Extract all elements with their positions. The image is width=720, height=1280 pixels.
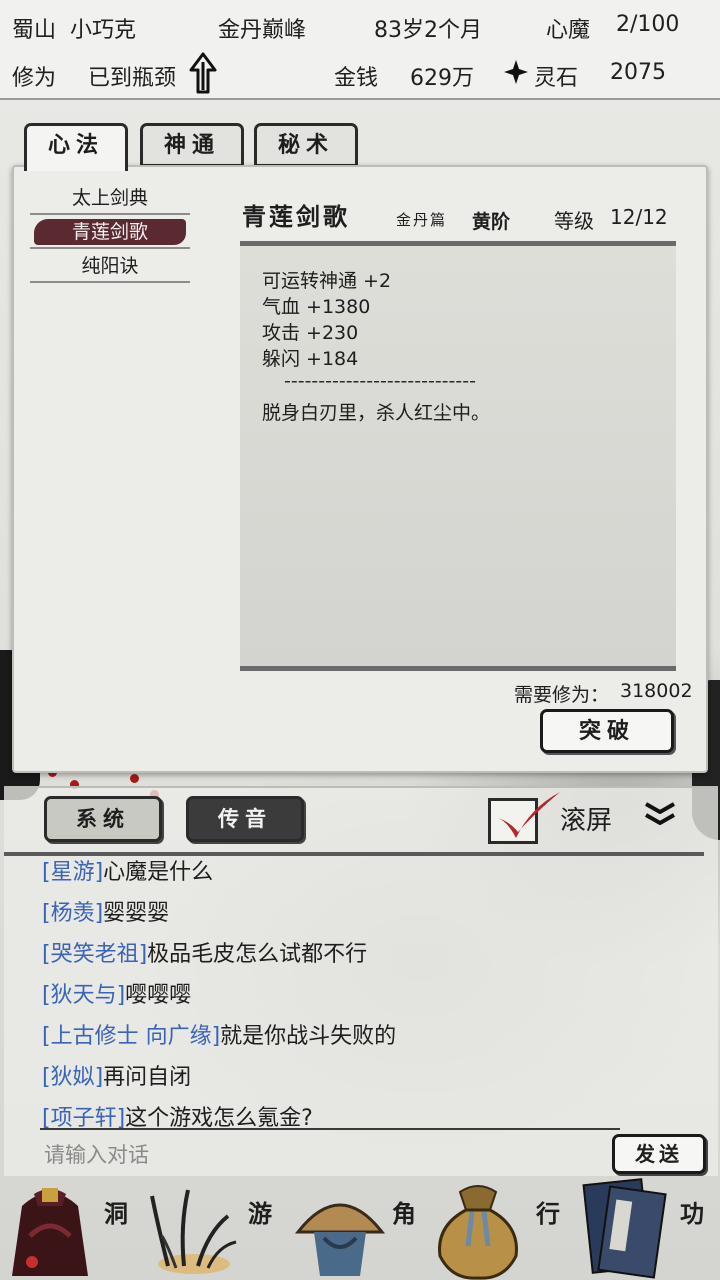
nav-label: 洞 (104, 1199, 128, 1228)
nav-item-pack[interactable]: 行 (432, 1176, 576, 1280)
arrow-up-icon[interactable] (188, 52, 218, 94)
money-value: 629万 (410, 66, 474, 91)
chat-message: [狄天与]嘤嘤嘤 (42, 975, 702, 1016)
auto-scroll-label: 滚屏 (560, 806, 613, 836)
chat-panel: 系统 传音 滚屏 [星游]心魔是什么 [杨羡]婴婴婴 [哭笑老祖]极品毛皮怎么试… (4, 786, 718, 1176)
heart-demon-value: 2/100 (616, 12, 680, 37)
skill-description: 可运转神通 +2 气血 +1380 攻击 +230 躲闪 +184 ------… (240, 241, 676, 671)
separator-line: ---------------------------- (284, 370, 476, 392)
sender-name[interactable]: [狄姒] (42, 1065, 103, 1090)
sender-name[interactable]: [杨羡] (42, 901, 103, 926)
books-icon (582, 1178, 667, 1279)
sender-name[interactable]: [星游] (42, 860, 103, 885)
required-cultivation-value: 318002 (620, 680, 693, 702)
status-header: 蜀山 小巧克 金丹巅峰 83岁2个月 心魔 2/100 修为 已到瓶颈 金钱 6… (0, 0, 720, 100)
chat-input-underline (40, 1128, 620, 1130)
tab-xinfa[interactable]: 心法 (24, 123, 128, 171)
skill-list: 太上剑典 青莲剑歌 纯阳诀 (30, 181, 190, 283)
breakthrough-button[interactable]: 突破 (540, 709, 674, 753)
effect-line: 躲闪 +184 (262, 348, 359, 370)
nav-item-character[interactable]: 角 (288, 1176, 432, 1280)
nav-item-travel[interactable]: 游 (144, 1176, 288, 1280)
message-text: 嘤嘤嘤 (125, 983, 192, 1008)
chat-message: [上古修士 向广缘]就是你战斗失败的 (42, 1016, 702, 1057)
skill-list-item-selected[interactable]: 青莲剑歌 (30, 215, 190, 249)
send-button[interactable]: 发送 (612, 1134, 706, 1174)
nav-item-cave[interactable]: 洞 (0, 1176, 144, 1280)
player-name: 小巧克 (70, 18, 137, 43)
skill-grade: 黄阶 (472, 211, 511, 233)
nav-label: 行 (536, 1199, 560, 1228)
skill-list-label: 青莲剑歌 (71, 221, 148, 243)
plum-blossom (130, 774, 139, 783)
sender-name[interactable]: [哭笑老祖] (42, 942, 147, 967)
cave-bag-icon (12, 1188, 88, 1276)
pouch-icon (438, 1185, 518, 1280)
sender-name[interactable]: [狄天与] (42, 983, 125, 1008)
heart-demon-label: 心魔 (546, 18, 591, 43)
chat-message: [狄姒]再问自闭 (42, 1057, 702, 1098)
status-row-2: 修为 已到瓶颈 金钱 629万 灵石 2075 (0, 50, 720, 96)
message-text: 就是你战斗失败的 (220, 1024, 397, 1049)
effect-line: 气血 +1380 (262, 296, 371, 318)
chat-message: [哭笑老祖]极品毛皮怎么试都不行 (42, 934, 702, 975)
bottom-nav: 洞 游 角 行 功 (0, 1176, 720, 1280)
straw-hat-icon (294, 1203, 386, 1276)
skill-title: 青莲剑歌 (242, 202, 350, 231)
nav-label: 角 (392, 1199, 416, 1228)
cultivation-status: 已到瓶颈 (88, 66, 177, 91)
message-text: 心魔是什么 (103, 860, 214, 885)
spirit-stone-icon (504, 60, 528, 84)
effect-line: 可运转神通 +2 (262, 270, 392, 292)
chat-tab-whisper[interactable]: 传音 (186, 796, 304, 842)
status-row-1: 蜀山 小巧克 金丹巅峰 83岁2个月 心魔 2/100 (0, 2, 720, 48)
grass-icon (150, 1189, 237, 1274)
tab-shentong[interactable]: 神通 (140, 123, 244, 167)
nav-item-skills[interactable]: 功 (576, 1176, 720, 1280)
skill-list-item[interactable]: 纯阳诀 (30, 249, 190, 283)
message-text: 极品毛皮怎么试都不行 (147, 942, 368, 967)
message-text: 婴婴婴 (103, 901, 170, 926)
age-text: 83岁2个月 (374, 18, 482, 43)
sender-name[interactable]: [上古修士 向广缘] (42, 1024, 220, 1049)
chat-tab-system[interactable]: 系统 (44, 796, 162, 842)
tab-mishu[interactable]: 秘术 (254, 123, 358, 167)
cultivation-label: 修为 (12, 66, 57, 91)
level-value: 12/12 (610, 205, 668, 229)
chat-message: [杨羡]婴婴婴 (42, 893, 702, 934)
spirit-stone-value: 2075 (610, 60, 666, 85)
chat-message: [项子轩]这个游戏怎么氪金? (42, 1098, 702, 1139)
skill-quote: 脱身白刃里，杀人红尘中。 (262, 402, 491, 424)
required-cultivation-label: 需要修为： (514, 684, 610, 706)
location-text: 蜀山 (12, 18, 57, 43)
chat-message: [星游]心魔是什么 (42, 852, 702, 893)
spirit-stone-label: 灵石 (534, 66, 579, 91)
check-mark-icon (498, 792, 560, 838)
skill-list-label: 纯阳诀 (81, 255, 139, 277)
effect-line: 攻击 +230 (262, 322, 359, 344)
nav-label: 功 (680, 1199, 704, 1228)
chat-message-list: [星游]心魔是什么 [杨羡]婴婴婴 [哭笑老祖]极品毛皮怎么试都不行 [狄天与]… (42, 852, 702, 1139)
skill-panel: 太上剑典 青莲剑歌 纯阳诀 青莲剑歌 金丹篇 黄阶 等级 12/12 可运转神通… (12, 165, 708, 773)
double-chevron-down-icon[interactable] (642, 800, 678, 830)
skill-list-label: 太上剑典 (71, 187, 148, 209)
realm-text: 金丹巅峰 (218, 18, 307, 43)
money-label: 金钱 (334, 66, 379, 91)
chat-input[interactable] (44, 1140, 604, 1170)
message-text: 再问自闭 (103, 1065, 192, 1090)
level-label: 等级 (554, 209, 594, 233)
nav-label: 游 (248, 1199, 272, 1228)
skill-subtitle: 金丹篇 (396, 211, 448, 229)
skill-list-item[interactable]: 太上剑典 (30, 181, 190, 215)
